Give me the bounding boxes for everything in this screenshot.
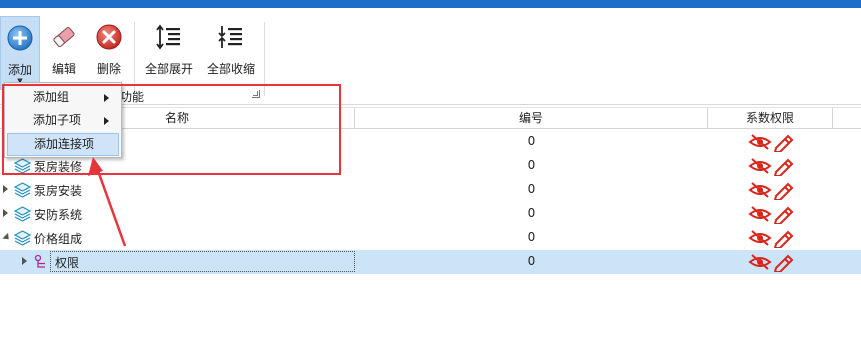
ribbon-separator xyxy=(264,22,265,96)
submenu-arrow-icon xyxy=(104,94,109,102)
expand-all-button[interactable]: 全部展开 xyxy=(140,16,198,88)
row-code: 0 xyxy=(527,158,536,172)
menu-item-add-group[interactable]: 添加组 xyxy=(7,86,119,109)
ribbon-separator xyxy=(134,22,135,96)
row-code: 0 xyxy=(527,230,536,244)
add-button[interactable]: 添加 ▼ xyxy=(0,16,40,90)
grid-header: 名称 编号 系数权限 xyxy=(0,107,861,129)
collapse-list-icon xyxy=(218,26,242,48)
menu-item-add-child[interactable]: 添加子项 xyxy=(7,109,119,132)
menu-item-label: 添加连接项 xyxy=(34,137,95,151)
add-dropdown-menu: 添加组 添加子项 添加连接项 xyxy=(4,82,122,158)
edit-button[interactable]: 编辑 xyxy=(44,16,84,88)
eye-off-pencil-icon[interactable] xyxy=(748,204,796,224)
table-row[interactable]: 泵房装修 0 xyxy=(0,154,861,178)
table-row[interactable]: 价格组成 0 xyxy=(0,226,861,250)
layers-icon xyxy=(14,158,31,174)
collapse-all-label: 全部收缩 xyxy=(206,62,255,76)
row-name[interactable]: 权限 xyxy=(50,251,355,272)
expand-list-icon xyxy=(156,24,180,50)
plus-circle-icon xyxy=(7,25,33,51)
table-row[interactable]: 泵房安装 0 xyxy=(0,178,861,202)
row-code: 0 xyxy=(527,134,536,148)
expand-arrow-icon[interactable] xyxy=(3,185,8,193)
table-row[interactable]: 0 xyxy=(0,130,861,154)
table-row-selected[interactable]: 权限 0 xyxy=(0,250,861,274)
ribbon-divider xyxy=(0,104,861,105)
delete-button-label: 删除 xyxy=(96,62,121,76)
eraser-icon xyxy=(53,27,75,47)
row-code: 0 xyxy=(527,254,536,268)
menu-item-label: 添加子项 xyxy=(33,113,82,127)
title-bar-strip xyxy=(0,0,861,8)
eye-off-pencil-icon[interactable] xyxy=(748,156,796,176)
menu-item-label: 添加组 xyxy=(33,90,70,104)
group-launcher-icon[interactable] xyxy=(252,90,260,98)
column-header-code[interactable]: 编号 xyxy=(355,108,708,129)
collapse-all-button[interactable]: 全部收缩 xyxy=(202,16,260,88)
edit-button-label: 编辑 xyxy=(51,62,76,76)
layers-icon xyxy=(14,230,31,246)
eye-off-pencil-icon[interactable] xyxy=(748,252,796,272)
layers-icon xyxy=(14,206,31,222)
ribbon-group-label: 功能 xyxy=(120,90,145,104)
eye-off-pencil-icon[interactable] xyxy=(748,228,796,248)
expand-all-label: 全部展开 xyxy=(144,62,193,76)
row-code: 0 xyxy=(527,182,536,196)
table-row[interactable]: 安防系统 0 xyxy=(0,202,861,226)
eye-off-pencil-icon[interactable] xyxy=(748,132,796,152)
expand-arrow-icon[interactable] xyxy=(3,209,8,217)
expand-arrow-icon[interactable] xyxy=(22,257,27,265)
row-name: 安防系统 xyxy=(34,208,83,222)
collapse-arrow-icon[interactable] xyxy=(2,232,12,243)
add-button-label: 添加 xyxy=(7,63,32,77)
menu-item-add-link[interactable]: 添加连接项 xyxy=(7,133,119,156)
row-name: 泵房装修 xyxy=(34,160,83,174)
submenu-arrow-icon xyxy=(104,117,109,125)
row-name: 泵房安装 xyxy=(34,184,83,198)
row-code: 0 xyxy=(527,206,536,220)
delete-button[interactable]: 删除 xyxy=(90,16,128,88)
eye-off-pencil-icon[interactable] xyxy=(748,180,796,200)
tree-branch-icon xyxy=(34,254,45,268)
column-header-permission[interactable]: 系数权限 xyxy=(708,108,833,129)
close-circle-icon xyxy=(96,24,122,50)
row-name: 价格组成 xyxy=(34,232,83,246)
layers-icon xyxy=(14,182,31,198)
